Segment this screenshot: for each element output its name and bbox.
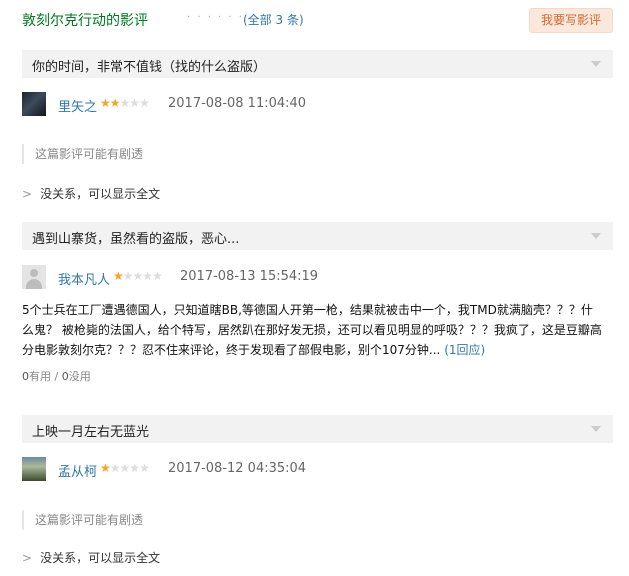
review-title[interactable]: 遇到山寨货，虽然看的盗版，恶心... [32, 228, 239, 247]
review-title-bar: 上映一月左右无蓝光 [22, 415, 613, 443]
star-icon: ★ [119, 461, 131, 475]
review-time: 2017-08-12 04:35:04 [168, 461, 307, 476]
rating-stars: ★★★★★ [113, 269, 163, 283]
chevron-right-icon: > [22, 551, 33, 565]
vote-row: 0有用 / 0没用 [22, 368, 91, 384]
author-name[interactable]: 我本凡人 [58, 269, 110, 288]
show-full-text-label[interactable]: 没关系，可以显示全文 [40, 187, 160, 201]
avatar[interactable] [22, 457, 46, 481]
review-excerpt: 5个士兵在工厂遭遇德国人，只知道瞎BB,等德国人开第一枪，结果就被击中一个，我T… [22, 300, 602, 360]
review-replies-link[interactable]: (1回应) [444, 343, 485, 357]
star-icon: ★ [100, 461, 111, 475]
star-icon: ★ [129, 96, 140, 110]
section-header: 敦刻尔克行动的影评 · · · · · · (全部 3 条) 我要写影评 [22, 8, 613, 33]
review-title-bar: 你的时间，非常不值钱（找的什么盗版） [22, 50, 613, 78]
star-icon: ★ [119, 96, 131, 110]
section-dots: · · · · · · [187, 12, 244, 23]
review-title-bar: 遇到山寨货，虽然看的盗版，恶心... [22, 222, 613, 250]
review-author-row: 我本凡人 ★★★★★ 2017-08-13 15:54:19 [22, 265, 613, 289]
section-title[interactable]: 敦刻尔克行动的影评 [22, 10, 148, 30]
review-item: 你的时间，非常不值钱（找的什么盗版） 里矢之 ★★★★★ 2017-08-08 … [22, 50, 613, 202]
useless-button[interactable]: 没用 [69, 370, 91, 383]
star-icon: ★ [132, 269, 144, 283]
star-icon: ★ [152, 269, 163, 283]
show-full-text-link[interactable]: > 没关系，可以显示全文 [22, 549, 160, 566]
review-time: 2017-08-13 15:54:19 [180, 269, 319, 284]
useful-count: 0 [22, 370, 29, 383]
avatar[interactable] [22, 92, 46, 116]
vote-separator: / [51, 370, 62, 383]
write-review-button[interactable]: 我要写影评 [529, 8, 613, 33]
review-title[interactable]: 你的时间，非常不值钱（找的什么盗版） [32, 56, 266, 75]
avatar[interactable] [22, 265, 46, 289]
review-title[interactable]: 上映一月左右无蓝光 [32, 421, 149, 440]
review-author-row: 孟从柯 ★★★★★ 2017-08-12 04:35:04 [22, 457, 613, 481]
star-icon: ★ [142, 269, 153, 283]
author-name[interactable]: 孟从柯 [58, 461, 97, 480]
star-icon: ★ [122, 269, 134, 283]
review-section: 敦刻尔克行动的影评 · · · · · · (全部 3 条) 我要写影评 你的时… [0, 0, 629, 576]
chevron-right-icon: > [22, 187, 33, 201]
star-icon: ★ [139, 96, 150, 110]
chevron-down-icon[interactable] [591, 426, 601, 432]
useful-button[interactable]: 有用 [29, 370, 51, 383]
star-icon: ★ [109, 461, 121, 475]
chevron-down-icon[interactable] [591, 61, 601, 67]
show-full-text-link[interactable]: > 没关系，可以显示全文 [22, 185, 160, 202]
spoiler-note: 这篇影评可能有剧透 [22, 510, 143, 530]
review-time: 2017-08-08 11:04:40 [168, 96, 307, 111]
author-name[interactable]: 里矢之 [58, 96, 97, 115]
chevron-down-icon[interactable] [591, 233, 601, 239]
review-item: 遇到山寨货，虽然看的盗版，恶心... 我本凡人 ★★★★★ 2017-08-13… [22, 222, 613, 392]
star-icon: ★ [129, 461, 140, 475]
review-body-text: 5个士兵在工厂遭遇德国人，只知道瞎BB,等德国人开第一枪，结果就被击中一个，我T… [22, 303, 602, 357]
star-icon: ★ [139, 461, 150, 475]
star-icon: ★ [113, 269, 124, 283]
useless-count: 0 [61, 370, 69, 383]
spoiler-note: 这篇影评可能有剧透 [22, 144, 143, 164]
all-reviews-link[interactable]: (全部 3 条) [243, 11, 304, 28]
rating-stars: ★★★★★ [100, 461, 150, 475]
star-icon: ★ [100, 96, 111, 110]
star-icon: ★ [109, 96, 121, 110]
rating-stars: ★★★★★ [100, 96, 150, 110]
show-full-text-label[interactable]: 没关系，可以显示全文 [40, 551, 160, 565]
review-author-row: 里矢之 ★★★★★ 2017-08-08 11:04:40 [22, 92, 613, 116]
review-item: 上映一月左右无蓝光 孟从柯 ★★★★★ 2017-08-12 04:35:04 … [22, 415, 613, 570]
